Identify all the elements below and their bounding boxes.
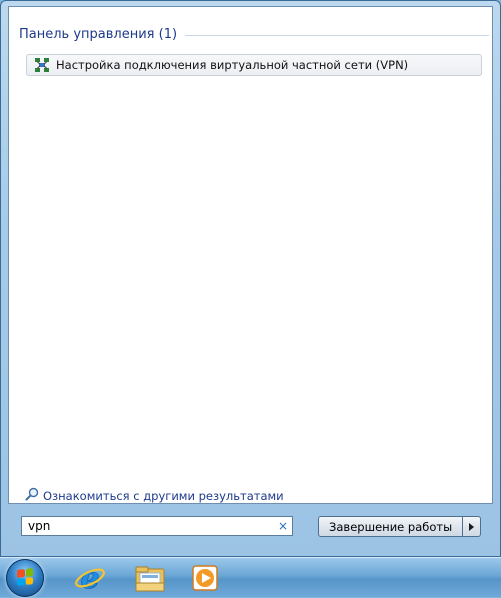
section-header: Панель управления (1)	[19, 25, 489, 43]
section-title[interactable]: Панель управления (1)	[19, 27, 177, 42]
start-button[interactable]	[6, 559, 44, 597]
clear-search-button[interactable]: ×	[274, 519, 292, 533]
search-results-pane: Панель управления (1) Настройка подключе…	[8, 6, 493, 504]
search-icon	[25, 487, 39, 504]
windows-media-player-icon[interactable]	[188, 561, 222, 595]
chevron-right-icon	[469, 522, 475, 531]
more-results-link[interactable]: Ознакомиться с другими результатами	[25, 487, 284, 504]
internet-explorer-icon[interactable]: e	[73, 561, 107, 596]
svg-text:e: e	[80, 561, 99, 595]
search-input[interactable]	[28, 519, 274, 533]
result-item-vpn[interactable]: Настройка подключения виртуальной частно…	[26, 54, 482, 76]
windows-explorer-icon[interactable]	[133, 561, 167, 595]
result-item-label: Настройка подключения виртуальной частно…	[56, 58, 409, 72]
vpn-network-icon	[34, 57, 50, 73]
shutdown-group: Завершение работы	[318, 516, 482, 537]
shutdown-button[interactable]: Завершение работы	[318, 516, 464, 537]
shutdown-options-button[interactable]	[463, 516, 482, 537]
more-results-label: Ознакомиться с другими результатами	[43, 488, 284, 503]
taskbar: e	[0, 557, 501, 597]
windows-logo-icon	[17, 568, 33, 586]
start-menu: Панель управления (1) Настройка подключе…	[0, 0, 501, 557]
section-divider	[185, 34, 489, 36]
search-box[interactable]: ×	[21, 516, 293, 536]
